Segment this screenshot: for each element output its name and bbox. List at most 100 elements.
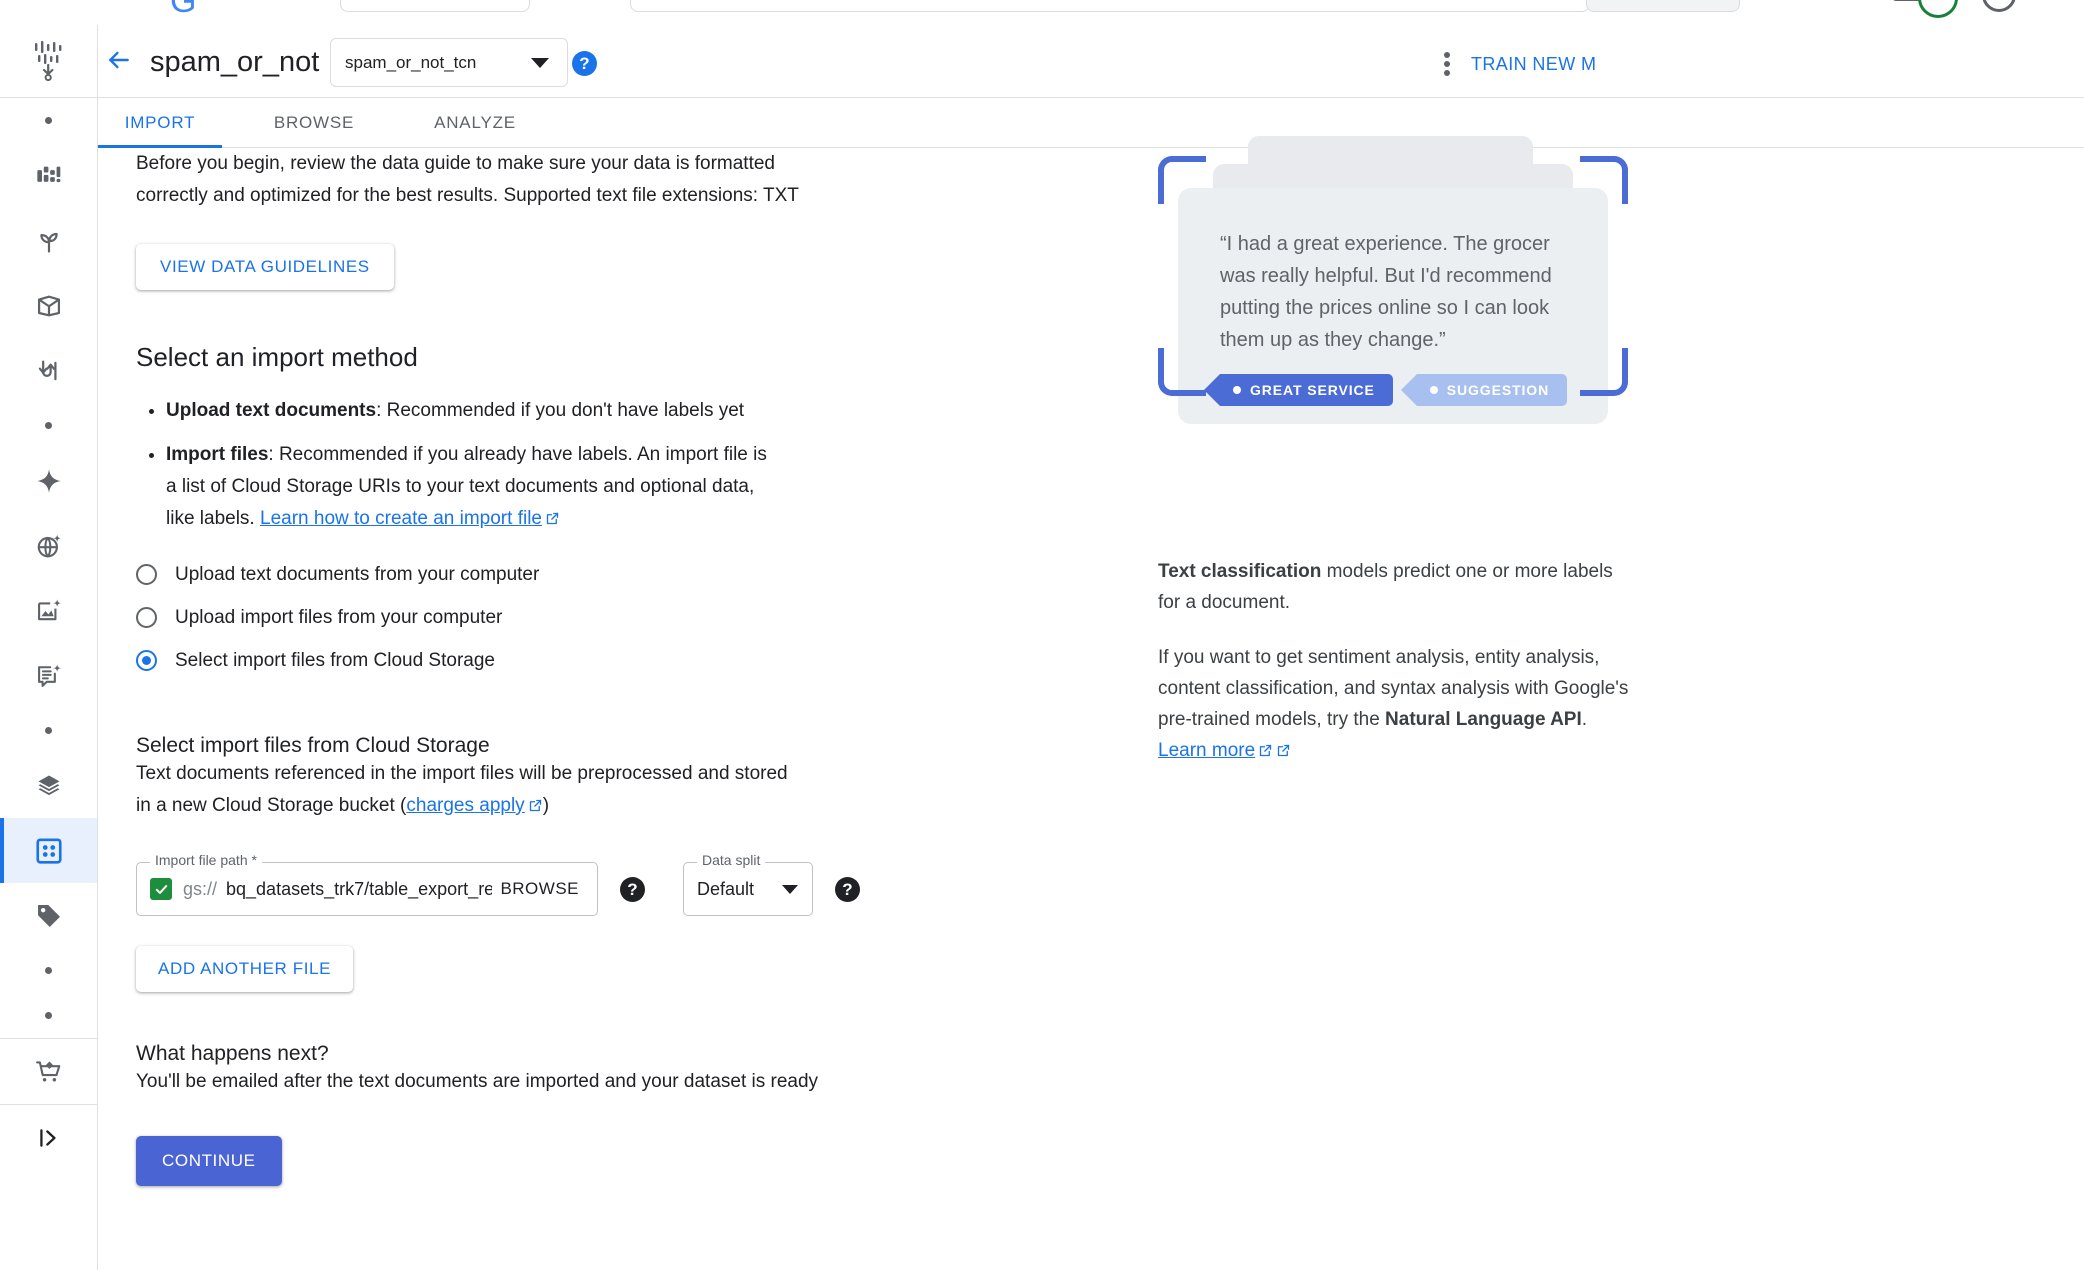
data-split-help-icon[interactable]: ? xyxy=(835,877,860,902)
cloud-storage-heading: Select import files from Cloud Storage xyxy=(136,734,490,757)
external-link-icon-secondary xyxy=(1276,737,1291,768)
seedling-icon xyxy=(35,227,63,255)
continue-button[interactable]: CONTINUE xyxy=(136,1136,282,1186)
sidebar-item-datasets[interactable] xyxy=(0,818,97,883)
model-select[interactable]: spam_or_not_tcn xyxy=(330,38,568,87)
tab-import[interactable]: IMPORT xyxy=(98,98,222,148)
rail-group-dot xyxy=(0,993,97,1038)
sidebar-item-nlp[interactable] xyxy=(0,643,97,708)
text-classification-description: Text classification models predict one o… xyxy=(1158,556,1633,618)
radio-select-from-cloud-storage[interactable]: Select import files from Cloud Storage xyxy=(136,645,996,676)
import-file-path-input[interactable]: bq_datasets_trk7/table_export_reversed.c… xyxy=(226,879,492,900)
sidebar-item-marketplace[interactable] xyxy=(0,1039,97,1104)
list-item: Import files: Recommended if you already… xyxy=(166,439,776,537)
chrome-search-field[interactable] xyxy=(630,0,1590,12)
layers-icon xyxy=(35,772,63,800)
cloud-desc-post: ) xyxy=(542,795,550,816)
charges-apply-link[interactable]: charges apply xyxy=(406,795,524,816)
page-header: spam_or_not spam_or_not_tcn ? TRAIN NEW … xyxy=(98,25,2084,98)
nl-api-term: Natural Language API xyxy=(1385,709,1582,730)
tag-label: GREAT SERVICE xyxy=(1250,382,1375,398)
chrome-avatar-ring[interactable] xyxy=(1918,0,1958,18)
focus-bracket-bottom-right xyxy=(1580,348,1628,396)
document-sparkle-icon xyxy=(35,662,63,690)
tag-dot-icon xyxy=(1429,386,1438,394)
focus-bracket-top-left xyxy=(1158,156,1206,204)
sidebar-item-generative-studio[interactable] xyxy=(0,448,97,513)
add-another-file-button[interactable]: ADD ANOTHER FILE xyxy=(136,946,354,992)
left-nav-rail xyxy=(0,25,98,1270)
cloud-storage-section: Select import files from Cloud Storage T… xyxy=(136,734,996,824)
rail-group-dot xyxy=(0,98,97,143)
radio-label: Upload import files from your computer xyxy=(175,606,503,628)
browse-button[interactable]: BROWSE xyxy=(492,879,597,899)
chevron-down-icon xyxy=(531,57,549,68)
sidebar-item-pipelines[interactable] xyxy=(0,273,97,338)
page-title: spam_or_not xyxy=(150,46,320,78)
learn-how-import-file-link[interactable]: Learn how to create an import file xyxy=(260,508,542,529)
info-panel-column: “I had a great experience. The grocer wa… xyxy=(1158,136,1678,792)
intro-text: Before you begin, review the data guide … xyxy=(136,153,799,206)
chrome-field-a[interactable] xyxy=(340,0,530,12)
list-item: Upload text documents: Recommended if yo… xyxy=(166,395,776,427)
train-new-model-button[interactable]: TRAIN NEW M xyxy=(1471,54,1596,75)
import-file-row: Import file path * gs:// bq_datasets_trk… xyxy=(136,852,996,916)
tab-browse[interactable]: BROWSE xyxy=(248,98,380,148)
data-split-value: Default xyxy=(697,878,755,899)
what-happens-next-heading: What happens next? xyxy=(136,1042,329,1065)
import-file-path-help-icon[interactable]: ? xyxy=(620,877,645,902)
google-logo: G xyxy=(170,0,197,20)
radio-circle-icon xyxy=(136,607,157,628)
back-arrow-icon xyxy=(106,47,132,78)
radio-circle-icon xyxy=(136,564,157,585)
sidebar-item-vision[interactable] xyxy=(0,578,97,643)
transfer-arrows-icon xyxy=(35,357,63,385)
sidebar-item-dashboard[interactable] xyxy=(0,143,97,208)
what-happens-next-description: You'll be emailed after the text documen… xyxy=(136,1071,819,1092)
view-data-guidelines-button[interactable]: VIEW DATA GUIDELINES xyxy=(136,244,394,290)
tab-bar: IMPORT BROWSE ANALYZE xyxy=(98,98,2084,148)
sidebar-item-transfer[interactable] xyxy=(0,338,97,403)
pipeline-icon xyxy=(35,292,63,320)
rail-group-dot xyxy=(0,403,97,448)
model-select-value: spam_or_not_tcn xyxy=(345,52,477,72)
data-split-label: Data split xyxy=(697,852,766,868)
vertex-ai-logo[interactable] xyxy=(0,25,97,98)
radio-upload-import-files[interactable]: Upload import files from your computer xyxy=(136,602,996,633)
method-name: Import files xyxy=(166,444,269,465)
text-classification-illustration: “I had a great experience. The grocer wa… xyxy=(1158,126,1658,556)
browser-chrome-strip: G xyxy=(0,0,2084,25)
sample-label-tags: GREAT SERVICE SUGGESTION xyxy=(1204,374,1568,406)
back-button[interactable] xyxy=(98,43,140,81)
tag-icon xyxy=(35,902,63,930)
chevron-down-icon xyxy=(782,884,798,894)
data-split-select[interactable]: Data split Default xyxy=(683,852,813,916)
what-happens-next-section: What happens next? You'll be emailed aft… xyxy=(136,1042,996,1098)
tag-label: SUGGESTION xyxy=(1446,382,1550,398)
main-content: Before you begin, review the data guide … xyxy=(98,136,2084,1270)
rail-group-dot xyxy=(0,708,97,753)
header-help-icon[interactable]: ? xyxy=(572,51,597,76)
natural-language-api-description: If you want to get sentiment analysis, e… xyxy=(1158,642,1633,768)
tab-analyze[interactable]: ANALYZE xyxy=(408,98,542,148)
nl-api-mid: . xyxy=(1581,709,1588,730)
import-file-path-field[interactable]: Import file path * gs:// bq_datasets_trk… xyxy=(136,852,598,916)
sidebar-item-expand-panel[interactable] xyxy=(0,1105,97,1170)
sidebar-item-seedling[interactable] xyxy=(0,208,97,273)
chrome-profile-icon[interactable] xyxy=(1982,0,2016,12)
import-form-column: Before you begin, review the data guide … xyxy=(136,148,996,1186)
dashboard-icon xyxy=(35,162,63,190)
sidebar-item-labeling[interactable] xyxy=(0,883,97,948)
chrome-field-c[interactable] xyxy=(1586,0,1740,12)
gs-uri-prefix: gs:// xyxy=(183,878,218,899)
kebab-menu-icon[interactable] xyxy=(1434,51,1460,77)
learn-more-link[interactable]: Learn more xyxy=(1158,740,1255,761)
sidebar-item-language[interactable] xyxy=(0,513,97,578)
radio-upload-text-documents[interactable]: Upload text documents from your computer xyxy=(136,559,996,590)
sidebar-item-features[interactable] xyxy=(0,753,97,818)
sparkle-icon xyxy=(35,467,63,495)
focus-bracket-bottom-left xyxy=(1158,348,1206,396)
expand-panel-icon xyxy=(36,1125,62,1151)
text-classification-term: Text classification xyxy=(1158,561,1322,582)
method-name: Upload text documents xyxy=(166,400,377,421)
